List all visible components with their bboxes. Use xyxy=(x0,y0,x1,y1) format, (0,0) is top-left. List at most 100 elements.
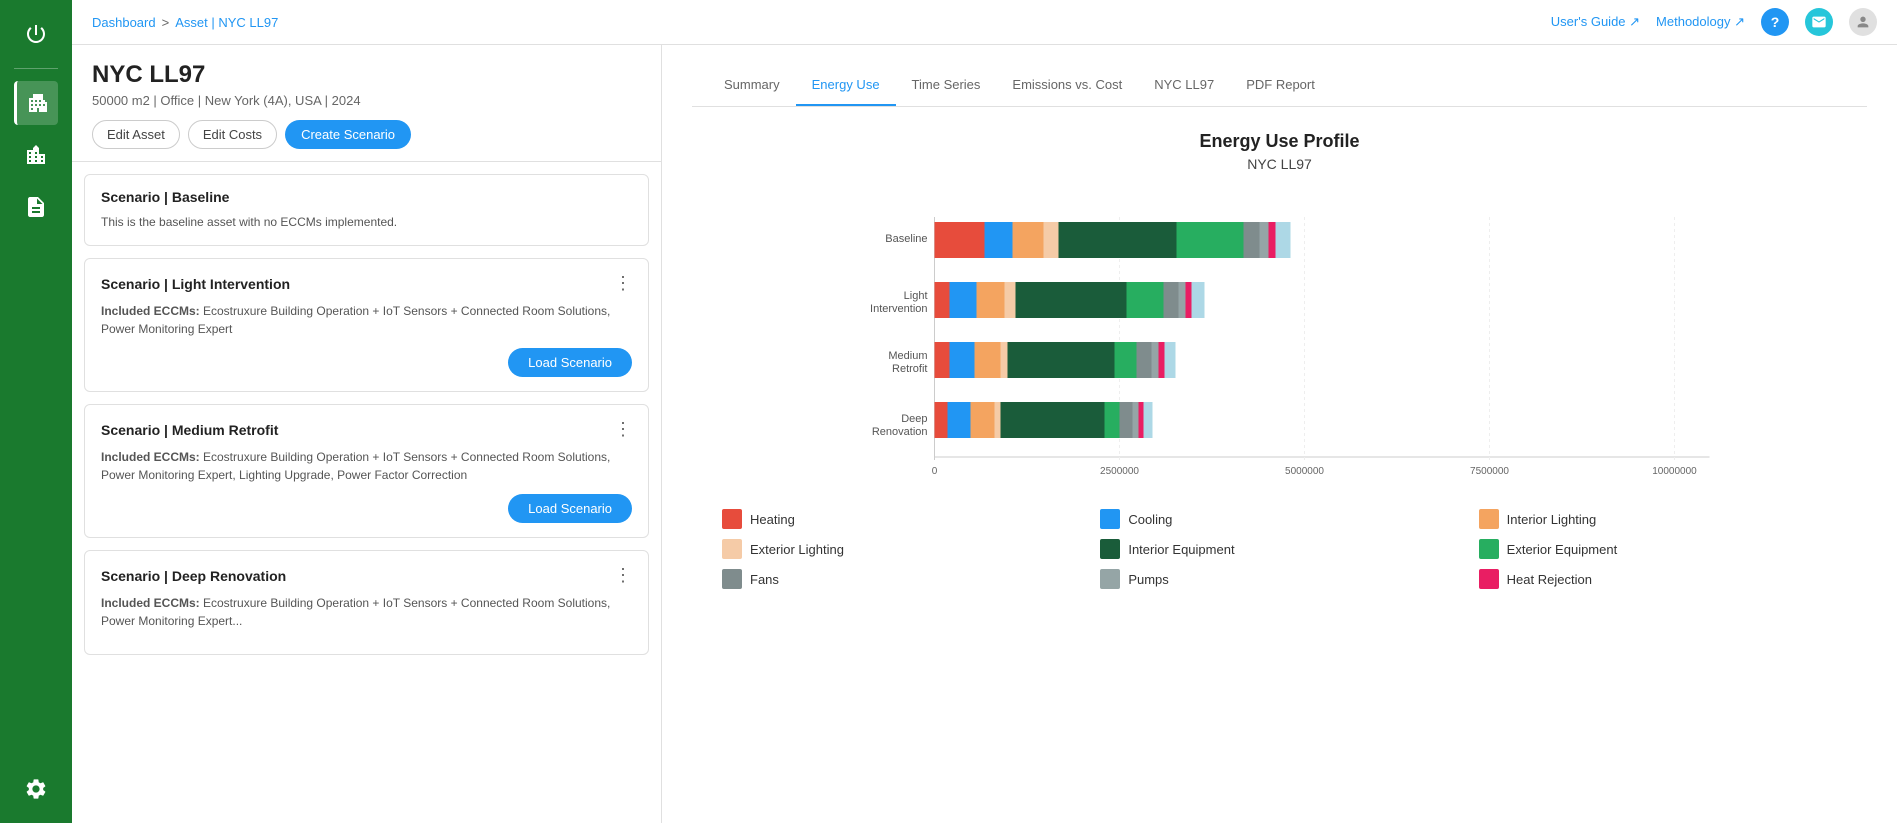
breadcrumb-asset[interactable]: Asset | NYC LL97 xyxy=(175,15,278,30)
scenario-medium-footer: Load Scenario xyxy=(101,494,632,523)
email-icon[interactable] xyxy=(1805,8,1833,36)
scenario-medium-title: Scenario | Medium Retrofit xyxy=(101,422,278,438)
create-scenario-button[interactable]: Create Scenario xyxy=(285,120,411,149)
methodology-link[interactable]: Methodology ↗ xyxy=(1656,14,1745,30)
bar-deep-fans xyxy=(1120,402,1133,438)
legend-swatch-cooling xyxy=(1100,509,1120,529)
bar-light-int-lighting xyxy=(977,282,1005,318)
bar-light-int-equip xyxy=(1016,282,1127,318)
top-nav-right: User's Guide ↗ Methodology ↗ ? xyxy=(1551,8,1877,36)
tab-summary[interactable]: Summary xyxy=(708,65,796,106)
svg-text:Medium: Medium xyxy=(888,350,927,362)
edit-asset-button[interactable]: Edit Asset xyxy=(92,120,180,149)
svg-text:Retrofit: Retrofit xyxy=(892,363,927,375)
scenario-baseline-title: Scenario | Baseline xyxy=(101,189,229,205)
tab-energy-use[interactable]: Energy Use xyxy=(796,65,896,106)
sidebar-icon-city[interactable] xyxy=(14,133,58,177)
bar-medium-int-lighting xyxy=(975,342,1001,378)
legend-cooling: Cooling xyxy=(1100,509,1458,529)
asset-actions: Edit Asset Edit Costs Create Scenario xyxy=(72,120,661,161)
bar-light-pumps xyxy=(1179,282,1186,318)
bar-light-heating xyxy=(935,282,950,318)
bar-baseline-extra xyxy=(1276,222,1291,258)
sidebar-icon-settings[interactable] xyxy=(14,767,58,811)
bar-baseline-int-equip xyxy=(1059,222,1177,258)
bar-medium-heat-reject xyxy=(1159,342,1165,378)
load-medium-button[interactable]: Load Scenario xyxy=(508,494,632,523)
bar-deep-heating xyxy=(935,402,948,438)
bar-baseline-ext-lighting xyxy=(1044,222,1059,258)
svg-text:2500000: 2500000 xyxy=(1100,466,1139,477)
scenario-light-menu[interactable]: ⋮ xyxy=(614,273,632,294)
legend-heat-rejection: Heat Rejection xyxy=(1479,569,1837,589)
left-panel: NYC LL97 50000 m2 | Office | New York (4… xyxy=(72,45,662,823)
user-avatar[interactable] xyxy=(1849,8,1877,36)
svg-text:5000000: 5000000 xyxy=(1285,466,1324,477)
right-panel: Summary Energy Use Time Series Emissions… xyxy=(662,45,1897,823)
svg-text:7500000: 7500000 xyxy=(1470,466,1509,477)
bar-light-ext-lighting xyxy=(1005,282,1016,318)
chart-area: Baseline Light Intervention Medium Retro… xyxy=(702,202,1857,485)
scenario-deep-header: Scenario | Deep Renovation ⋮ xyxy=(101,565,632,586)
help-icon[interactable]: ? xyxy=(1761,8,1789,36)
scenario-deep-menu[interactable]: ⋮ xyxy=(614,565,632,586)
scenarios-list[interactable]: Scenario | Baseline This is the baseline… xyxy=(72,162,661,823)
breadcrumb: Dashboard > Asset | NYC LL97 xyxy=(92,15,278,30)
bar-medium-fans xyxy=(1137,342,1152,378)
breadcrumb-dashboard[interactable]: Dashboard xyxy=(92,15,156,30)
scenario-deep-eccms: Included ECCMs: Ecostruxure Building Ope… xyxy=(101,594,632,630)
bar-medium-cooling xyxy=(950,342,975,378)
bar-baseline-ext-equip xyxy=(1177,222,1244,258)
edit-costs-button[interactable]: Edit Costs xyxy=(188,120,277,149)
legend-swatch-int-equip xyxy=(1100,539,1120,559)
legend-label-cooling: Cooling xyxy=(1128,512,1172,527)
sidebar-icon-reports[interactable] xyxy=(14,185,58,229)
svg-text:Annual Energy Use (kWh/yr): Annual Energy Use (kWh/yr) xyxy=(1228,481,1380,482)
scenario-light-title: Scenario | Light Intervention xyxy=(101,276,290,292)
legend-swatch-pumps xyxy=(1100,569,1120,589)
legend-swatch-heating xyxy=(722,509,742,529)
chart-title: Energy Use Profile xyxy=(702,131,1857,152)
tab-nyc-ll97[interactable]: NYC LL97 xyxy=(1138,65,1230,106)
asset-title: NYC LL97 xyxy=(92,61,641,89)
scenario-medium-menu[interactable]: ⋮ xyxy=(614,419,632,440)
bar-baseline-fans xyxy=(1244,222,1260,258)
sidebar-icon-power[interactable] xyxy=(14,12,58,56)
scenario-deep-title: Scenario | Deep Renovation xyxy=(101,568,286,584)
legend-exterior-equipment: Exterior Equipment xyxy=(1479,539,1837,559)
load-light-button[interactable]: Load Scenario xyxy=(508,348,632,377)
svg-text:Intervention: Intervention xyxy=(870,303,927,315)
bar-deep-cooling xyxy=(948,402,971,438)
bar-medium-ext-equip xyxy=(1115,342,1137,378)
bar-light-ext-equip xyxy=(1127,282,1164,318)
scenario-baseline-desc: This is the baseline asset with no ECCMs… xyxy=(101,213,632,231)
svg-text:Light: Light xyxy=(904,290,928,302)
legend-swatch-fans xyxy=(722,569,742,589)
legend-swatch-heat-rejection xyxy=(1479,569,1499,589)
bar-deep-int-equip xyxy=(1001,402,1105,438)
tab-time-series[interactable]: Time Series xyxy=(896,65,997,106)
sidebar xyxy=(0,0,72,823)
svg-text:Renovation: Renovation xyxy=(872,426,928,438)
sidebar-icon-building[interactable] xyxy=(14,81,58,125)
scenario-light-header: Scenario | Light Intervention ⋮ xyxy=(101,273,632,294)
tab-pdf-report[interactable]: PDF Report xyxy=(1230,65,1331,106)
svg-text:0: 0 xyxy=(932,466,938,477)
bar-deep-int-lighting xyxy=(971,402,995,438)
scenario-medium-header: Scenario | Medium Retrofit ⋮ xyxy=(101,419,632,440)
svg-text:Deep: Deep xyxy=(901,413,927,425)
bar-medium-pumps xyxy=(1152,342,1159,378)
scenario-card-medium: Scenario | Medium Retrofit ⋮ Included EC… xyxy=(84,404,649,538)
tab-emissions-cost[interactable]: Emissions vs. Cost xyxy=(996,65,1138,106)
scenario-baseline-header: Scenario | Baseline xyxy=(101,189,632,205)
bar-deep-pumps xyxy=(1133,402,1139,438)
legend-label-int-equip: Interior Equipment xyxy=(1128,542,1234,557)
bar-deep-heat-reject xyxy=(1139,402,1144,438)
main-area: Dashboard > Asset | NYC LL97 User's Guid… xyxy=(72,0,1897,823)
bar-medium-ext-lighting xyxy=(1001,342,1008,378)
asset-header: NYC LL97 50000 m2 | Office | New York (4… xyxy=(72,45,661,120)
scenario-medium-eccms: Included ECCMs: Ecostruxure Building Ope… xyxy=(101,448,632,484)
users-guide-link[interactable]: User's Guide ↗ xyxy=(1551,14,1640,30)
asset-subtitle: 50000 m2 | Office | New York (4A), USA |… xyxy=(92,93,641,108)
legend-swatch-ext-lighting xyxy=(722,539,742,559)
